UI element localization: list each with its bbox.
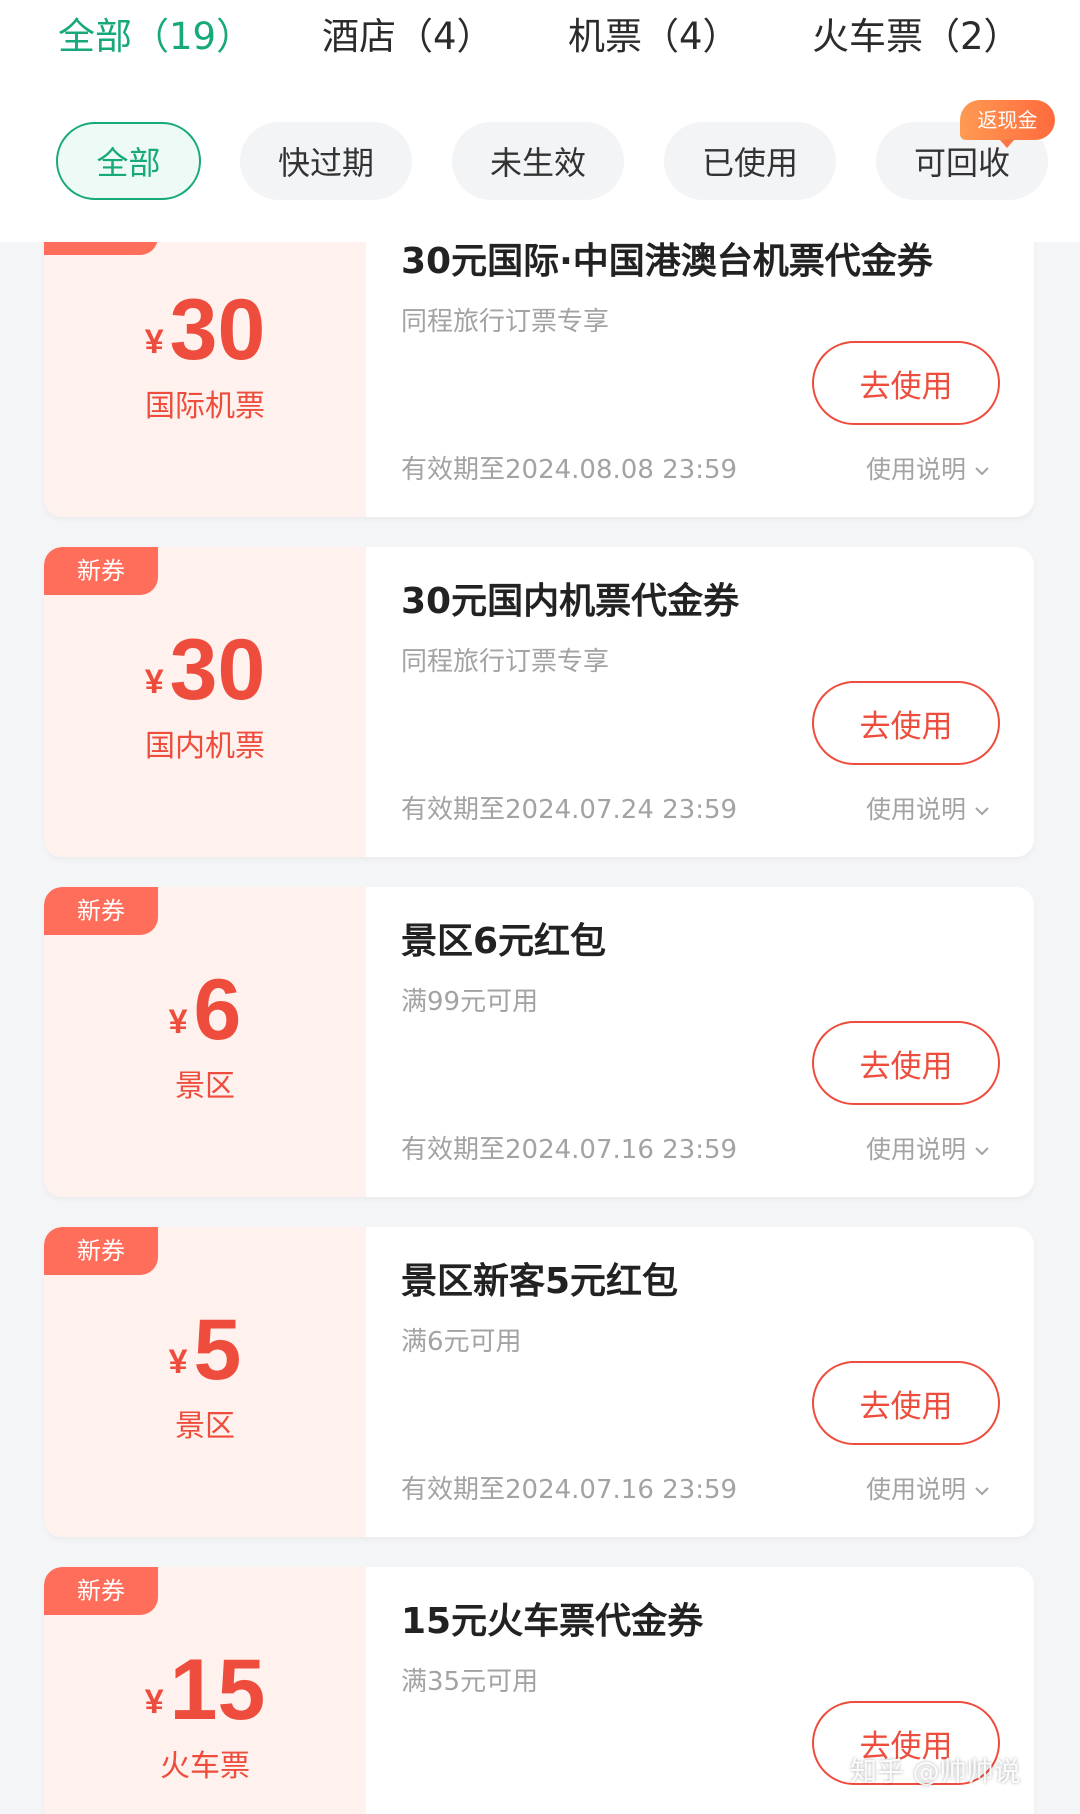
usage-instructions-toggle[interactable]: 使用说明 [866, 453, 992, 487]
coupon-value-panel: 新券 ¥5 景区 [44, 1227, 366, 1537]
coupon-condition: 同程旅行订票专享 [401, 647, 610, 677]
watermark: 知乎 @帅帅说 [850, 1757, 1021, 1788]
use-coupon-button[interactable]: 去使用 [812, 1021, 1000, 1105]
chevron-down-icon [975, 467, 989, 476]
filter-all[interactable]: 全部 [56, 122, 201, 200]
coupon-value-panel: 新券 ¥30 国际机票 [44, 207, 366, 517]
coupon-category: 国际机票 [145, 389, 265, 424]
chevron-down-icon [975, 807, 989, 816]
amount-value: 6 [193, 962, 242, 1058]
use-coupon-button[interactable]: 去使用 [812, 1361, 1000, 1445]
coupon-card: 新券 ¥30 国内机票 30元国内机票代金券 同程旅行订票专享 去使用 有效期至… [44, 547, 1034, 857]
coupon-title: 30元国内机票代金券 [401, 581, 740, 622]
currency-symbol: ¥ [168, 1343, 188, 1381]
usage-instructions-label: 使用说明 [866, 795, 967, 824]
new-coupon-badge: 新券 [44, 1227, 158, 1275]
coupon-expiry: 有效期至2024.07.24 23:59 [401, 795, 738, 825]
coupon-value-panel: 新券 ¥30 国内机票 [44, 547, 366, 857]
coupon-expiry: 有效期至2024.07.16 23:59 [401, 1475, 738, 1505]
cashback-badge: 返现金 [960, 100, 1055, 148]
amount-value: 15 [169, 1642, 266, 1738]
coupon-amount: ¥30 [44, 625, 366, 715]
currency-symbol: ¥ [168, 1003, 188, 1041]
currency-symbol: ¥ [144, 1683, 164, 1721]
coupon-category: 景区 [175, 1069, 235, 1104]
coupon-amount: ¥15 [44, 1645, 366, 1735]
new-coupon-badge: 新券 [44, 887, 158, 935]
filter-expiring-soon[interactable]: 快过期 [240, 122, 412, 200]
coupon-title: 景区6元红包 [401, 921, 607, 962]
usage-instructions-toggle[interactable]: 使用说明 [866, 1473, 992, 1507]
tab-flight[interactable]: 机票（4） [568, 12, 740, 62]
usage-instructions-label: 使用说明 [866, 1135, 967, 1164]
use-coupon-button[interactable]: 去使用 [812, 681, 1000, 765]
coupon-card: 新券 ¥30 国际机票 30元国际·中国港澳台机票代金券 同程旅行订票专享 去使… [44, 207, 1034, 517]
usage-instructions-label: 使用说明 [866, 1475, 967, 1504]
coupon-category: 景区 [175, 1409, 235, 1444]
currency-symbol: ¥ [144, 323, 164, 361]
usage-instructions-label: 使用说明 [866, 455, 967, 484]
coupon-condition: 满99元可用 [401, 987, 539, 1017]
coupon-amount: ¥30 [44, 285, 366, 375]
usage-instructions-toggle[interactable]: 使用说明 [866, 1133, 992, 1167]
tab-train[interactable]: 火车票（2） [812, 12, 1021, 62]
status-filters: 全部 快过期 未生效 已使用 可回收 [0, 122, 1080, 202]
chevron-down-icon [975, 1147, 989, 1156]
coupon-value-panel: 新券 ¥15 火车票 [44, 1567, 366, 1814]
coupon-title: 15元火车票代金券 [401, 1601, 704, 1642]
category-tabs: 全部（19） 酒店（4） 机票（4） 火车票（2） [0, 0, 1080, 80]
coupon-expiry: 有效期至2024.07.16 23:59 [401, 1135, 738, 1165]
coupon-category: 火车票 [160, 1749, 250, 1784]
filter-used[interactable]: 已使用 [664, 122, 836, 200]
filter-not-effective[interactable]: 未生效 [452, 122, 624, 200]
coupon-condition: 同程旅行订票专享 [401, 307, 610, 337]
new-coupon-badge: 新券 [44, 547, 158, 595]
coupon-list[interactable]: 新券 ¥30 国际机票 30元国际·中国港澳台机票代金券 同程旅行订票专享 去使… [0, 0, 1080, 1814]
coupon-category: 国内机票 [145, 729, 265, 764]
coupon-header: 全部（19） 酒店（4） 机票（4） 火车票（2） 全部 快过期 未生效 已使用… [0, 0, 1080, 242]
tab-hotel[interactable]: 酒店（4） [322, 12, 494, 62]
coupon-condition: 满35元可用 [401, 1667, 539, 1697]
coupon-card: 新券 ¥6 景区 景区6元红包 满99元可用 去使用 有效期至2024.07.1… [44, 887, 1034, 1197]
tab-all[interactable]: 全部（19） [58, 12, 253, 62]
coupon-expiry: 有效期至2024.08.08 23:59 [401, 455, 738, 485]
amount-value: 5 [193, 1302, 242, 1398]
coupon-amount: ¥5 [44, 1305, 366, 1395]
new-coupon-badge: 新券 [44, 1567, 158, 1615]
use-coupon-button[interactable]: 去使用 [812, 341, 1000, 425]
chevron-down-icon [975, 1487, 989, 1496]
coupon-value-panel: 新券 ¥6 景区 [44, 887, 366, 1197]
amount-value: 30 [169, 282, 266, 378]
coupon-condition: 满6元可用 [401, 1327, 522, 1357]
coupon-card: 新券 ¥5 景区 景区新客5元红包 满6元可用 去使用 有效期至2024.07.… [44, 1227, 1034, 1537]
usage-instructions-toggle[interactable]: 使用说明 [866, 793, 992, 827]
currency-symbol: ¥ [144, 663, 164, 701]
coupon-amount: ¥6 [44, 965, 366, 1055]
coupon-title: 景区新客5元红包 [401, 1261, 679, 1302]
amount-value: 30 [169, 622, 266, 718]
coupon-title: 30元国际·中国港澳台机票代金券 [401, 241, 933, 282]
